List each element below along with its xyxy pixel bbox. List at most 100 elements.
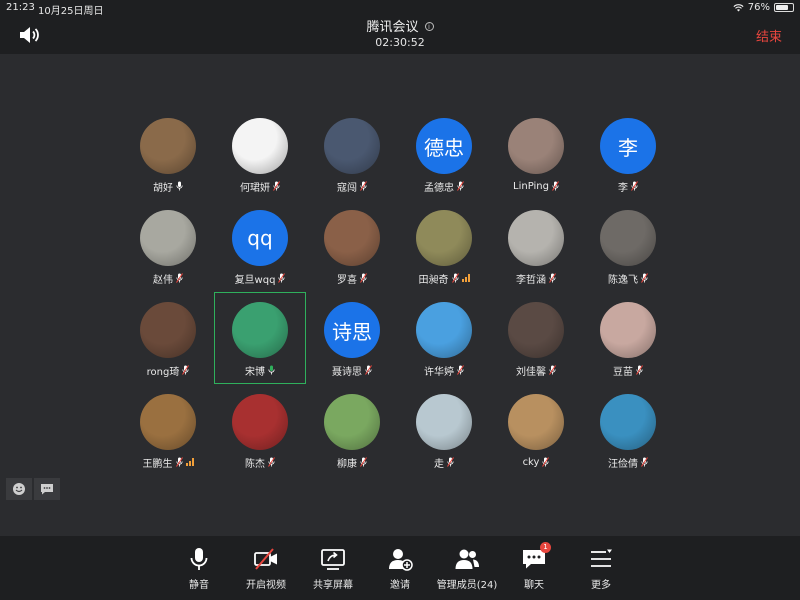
participant-avatar	[416, 302, 472, 358]
participant-name: cky	[522, 456, 540, 468]
participant-tile[interactable]: rong琦	[122, 292, 214, 384]
participant-name-row: rong琦	[146, 364, 190, 378]
participant-avatar	[508, 210, 564, 266]
participant-tile[interactable]: 李哲涵	[490, 200, 582, 292]
participant-tile[interactable]: 李李	[582, 108, 674, 200]
avatar-initials: qq	[247, 226, 273, 250]
participant-name-row: 复旦wqq	[234, 272, 286, 286]
participant-tile[interactable]: 诗思 聂诗思	[306, 292, 398, 384]
network-signal-icon	[461, 274, 470, 282]
participant-avatar	[324, 394, 380, 450]
participant-avatar	[140, 394, 196, 450]
participant-name-row: 赵伟	[153, 272, 183, 286]
invite-label: 邀请	[390, 580, 410, 591]
mic-muted-icon	[631, 181, 638, 191]
add-user-icon	[389, 549, 413, 571]
participant-tile[interactable]: 豆苗	[582, 292, 674, 384]
participant-name-row: cky	[523, 456, 550, 468]
participant-avatar	[324, 210, 380, 266]
mic-muted-icon	[447, 457, 454, 467]
meeting-title[interactable]: 腾讯会议 i	[0, 16, 800, 35]
participant-avatar	[140, 302, 196, 358]
participant-name-row: 豆苗	[613, 364, 643, 378]
end-meeting-button[interactable]: 结束	[756, 26, 782, 45]
participant-avatar	[416, 210, 472, 266]
participant-name-row: 李哲涵	[516, 272, 556, 286]
mic-muted-icon	[176, 273, 183, 283]
participant-tile[interactable]: cky	[490, 384, 582, 476]
participant-name: 复旦wqq	[234, 274, 276, 286]
participant-tile[interactable]: 陈逸飞	[582, 200, 674, 292]
start-video-button[interactable]: 开启视频	[231, 546, 301, 591]
participant-avatar	[416, 394, 472, 450]
participant-avatar: qq	[232, 210, 288, 266]
emoji-reaction-button[interactable]	[6, 478, 32, 500]
participant-tile[interactable]: 罗喜	[306, 200, 398, 292]
network-signal-icon	[185, 458, 194, 466]
participant-avatar	[508, 118, 564, 174]
participant-tile[interactable]: 赵伟	[122, 200, 214, 292]
more-menu-icon	[591, 549, 612, 567]
invite-button[interactable]: 邀请	[365, 546, 435, 591]
participant-tile[interactable]: 刘佳馨	[490, 292, 582, 384]
participant-tile[interactable]: qq 复旦wqq	[214, 200, 306, 292]
participant-name: 豆苗	[613, 366, 633, 378]
participant-name-row: 刘佳馨	[516, 364, 556, 378]
participant-name: rong琦	[146, 366, 180, 378]
status-time: 21:23	[6, 2, 35, 13]
mute-button[interactable]: 静音	[164, 546, 234, 591]
mic-muted-icon	[549, 273, 556, 283]
more-button[interactable]: 更多	[566, 546, 636, 591]
participant-name: 陈逸飞	[608, 274, 638, 286]
chat-badge: 1	[540, 542, 551, 553]
participant-tile[interactable]: 走	[398, 384, 490, 476]
participant-tile[interactable]: 胡好	[122, 108, 214, 200]
participant-name: 罗喜	[337, 274, 357, 286]
share-label: 共享屏幕	[313, 580, 353, 591]
mic-muted-icon	[365, 365, 372, 375]
avatar-initials: 诗思	[332, 319, 372, 344]
participant-tile[interactable]: LinPing	[490, 108, 582, 200]
share-screen-button[interactable]: 共享屏幕	[298, 546, 368, 591]
manage-members-button[interactable]: 管理成员(24)	[432, 546, 502, 591]
participant-name-row: 宋博	[245, 364, 275, 378]
participant-tile[interactable]: 德忠 孟德忠	[398, 108, 490, 200]
participant-tile[interactable]: 柳康	[306, 384, 398, 476]
participant-name-row: LinPing	[513, 180, 559, 192]
participant-name: 王鹏生	[142, 458, 173, 470]
mic-muted-icon	[552, 181, 559, 191]
participant-tile[interactable]: 汪俭倩	[582, 384, 674, 476]
participant-tile[interactable]: 何珺妍	[214, 108, 306, 200]
participant-avatar	[232, 302, 288, 358]
participant-name-row: 李	[618, 180, 638, 194]
participant-name-row: 柳康	[337, 456, 367, 470]
avatar-initials: 德忠	[424, 135, 464, 160]
participant-tile[interactable]: 许华婷	[398, 292, 490, 384]
meeting-toolbar: 静音 开启视频 共享屏幕 邀请 管理成员(24) 1 聊天 更多	[0, 536, 800, 600]
participant-name-row: 孟德忠	[424, 180, 464, 194]
mic-on-icon	[176, 181, 183, 191]
participant-name: 许华婷	[424, 366, 454, 378]
participant-tile[interactable]: 寇闯	[306, 108, 398, 200]
participant-tile[interactable]: 田昶奇	[398, 200, 490, 292]
participant-tile[interactable]: 宋博	[214, 292, 306, 384]
participant-name-row: 汪俭倩	[608, 456, 648, 470]
emoji-icon	[13, 483, 25, 495]
mic-muted-icon	[268, 457, 275, 467]
participant-name-row: 田昶奇	[419, 272, 470, 286]
participant-tile[interactable]: 王鹏生	[122, 384, 214, 476]
participant-avatar: 诗思	[324, 302, 380, 358]
chat-button[interactable]: 1 聊天	[499, 542, 569, 591]
participant-name-row: 寇闯	[337, 180, 367, 194]
mic-muted-icon	[457, 365, 464, 375]
danmaku-button[interactable]	[34, 478, 60, 500]
participant-avatar	[600, 394, 656, 450]
info-icon[interactable]: i	[424, 22, 434, 31]
participant-avatar	[508, 302, 564, 358]
battery-icon	[774, 3, 794, 12]
participant-tile[interactable]: 陈杰	[214, 384, 306, 476]
mic-muted-icon	[273, 181, 280, 191]
mic-muted-icon	[360, 273, 367, 283]
participant-name-row: 罗喜	[337, 272, 367, 286]
video-off-icon	[254, 548, 277, 570]
